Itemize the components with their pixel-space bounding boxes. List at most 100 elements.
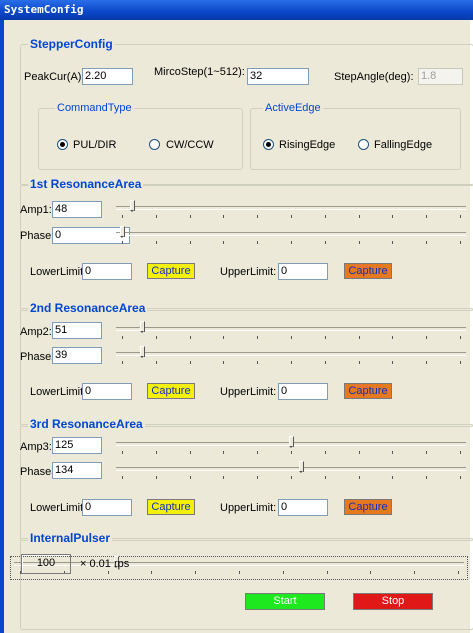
phase3-input[interactable]: 134 [52,462,102,479]
amp1-label: Amp1: [20,204,52,216]
slider-tick [324,476,326,479]
lower-limit1-input[interactable]: 0 [82,263,132,280]
slider-tick [370,571,372,574]
client-area: StepperConfig PeakCur(A): 2.20 MircoStep… [4,20,473,631]
slider-tick [291,361,292,364]
slider-tick [458,571,459,574]
systemconfig-window: SystemConfig StepperConfig PeakCur(A): 2… [0,0,473,633]
upper-limit3-input[interactable]: 0 [278,499,328,516]
slider-track [116,232,466,236]
start-button[interactable]: Start [245,593,325,610]
upper-limit2-label: UpperLimit: [220,386,277,398]
slider-track [116,352,466,356]
slider-tick [392,361,394,364]
stop-button[interactable]: Stop [353,593,433,610]
phase2-slider[interactable] [116,346,466,367]
peak-current-input[interactable]: 2.20 [82,68,133,85]
slider-thumb[interactable] [130,200,136,212]
phase3-slider[interactable] [116,461,466,482]
slider-tick [155,361,157,364]
upper-limit1-label: UpperLimit: [220,266,277,278]
falling-edge-label[interactable]: FallingEdge [374,138,432,152]
capture-upper1-button[interactable]: Capture [344,263,392,279]
capture-lower1-button[interactable]: Capture [147,263,195,279]
upper-limit3-label: UpperLimit: [220,502,277,514]
capture-upper2-button[interactable]: Capture [344,383,392,399]
capture-lower3-button[interactable]: Capture [147,499,195,515]
slider-tick [392,476,394,479]
lower-limit3-input[interactable]: 0 [82,499,132,516]
slider-tick [326,571,328,574]
slider-thumb[interactable] [120,226,125,238]
slider-tick [414,571,416,574]
slider-tick [195,571,197,574]
slider-tick [358,215,360,218]
slider-tick [239,571,240,574]
slider-tick [324,241,326,244]
slider-tick [257,336,259,339]
step-angle-label: StepAngle(deg): [334,71,414,83]
slider-tick [189,336,191,339]
slider-tick [122,361,123,364]
cw-ccw-radio[interactable] [149,139,160,150]
slider-tick [223,336,225,339]
upper-limit2-input[interactable]: 0 [278,383,328,400]
slider-tick [122,336,123,339]
slider-tick [426,361,428,364]
slider-tick [291,336,292,339]
radio-selected-dot [266,142,271,147]
lower-limit3-label: LowerLimit: [30,502,87,514]
amp3-label: Amp3: [20,441,52,453]
slider-tick [151,571,153,574]
amp3-slider[interactable] [116,436,466,457]
slider-tick [291,451,292,454]
pul-dir-label[interactable]: PUL/DIR [73,138,116,152]
upper-limit1-input[interactable]: 0 [278,263,328,280]
slider-tick [189,361,191,364]
slider-tick [358,361,360,364]
lower-limit2-label: LowerLimit: [30,386,87,398]
slider-tick [155,451,157,454]
amp1-input[interactable]: 48 [52,201,102,218]
micro-step-input[interactable]: 32 [247,68,309,85]
falling-edge-radio[interactable] [358,139,369,150]
stepper-config-title: StepperConfig [28,37,115,51]
slider-tick [189,215,191,218]
slider-tick [155,476,157,479]
slider-tick [155,215,157,218]
slider-tick [223,476,225,479]
rising-edge-label[interactable]: RisingEdge [279,138,335,152]
slider-tick [122,476,123,479]
slider-tick [189,476,191,479]
rising-edge-radio[interactable] [263,139,274,150]
slider-tick [257,241,259,244]
slider-thumb[interactable] [140,321,146,333]
rps-value-display: 100 [21,554,71,574]
amp3-input[interactable]: 125 [52,437,102,454]
slider-thumb[interactable] [299,461,305,473]
slider-thumb[interactable] [289,436,294,448]
amp1-slider[interactable] [116,200,466,221]
lower-limit2-input[interactable]: 0 [82,383,132,400]
slider-tick [223,215,225,218]
slider-tick [426,336,428,339]
slider-tick [122,241,123,244]
slider-thumb[interactable] [140,346,146,358]
amp2-slider[interactable] [116,321,466,342]
slider-tick [107,571,109,574]
slider-tick [324,215,326,218]
phase1-slider[interactable] [116,226,466,247]
capture-upper3-button[interactable]: Capture [344,499,392,515]
slider-track [116,467,466,471]
phase2-input[interactable]: 39 [52,347,102,364]
slider-tick [392,215,394,218]
pul-dir-radio[interactable] [57,139,68,150]
cw-ccw-label[interactable]: CW/CCW [166,138,214,152]
amp2-input[interactable]: 51 [52,322,102,339]
slider-tick [223,451,225,454]
slider-track [116,206,466,210]
internal-pulser-group: InternalPulser [20,531,473,630]
capture-lower2-button[interactable]: Capture [147,383,195,399]
slider-tick [358,476,360,479]
slider-tick [282,571,284,574]
